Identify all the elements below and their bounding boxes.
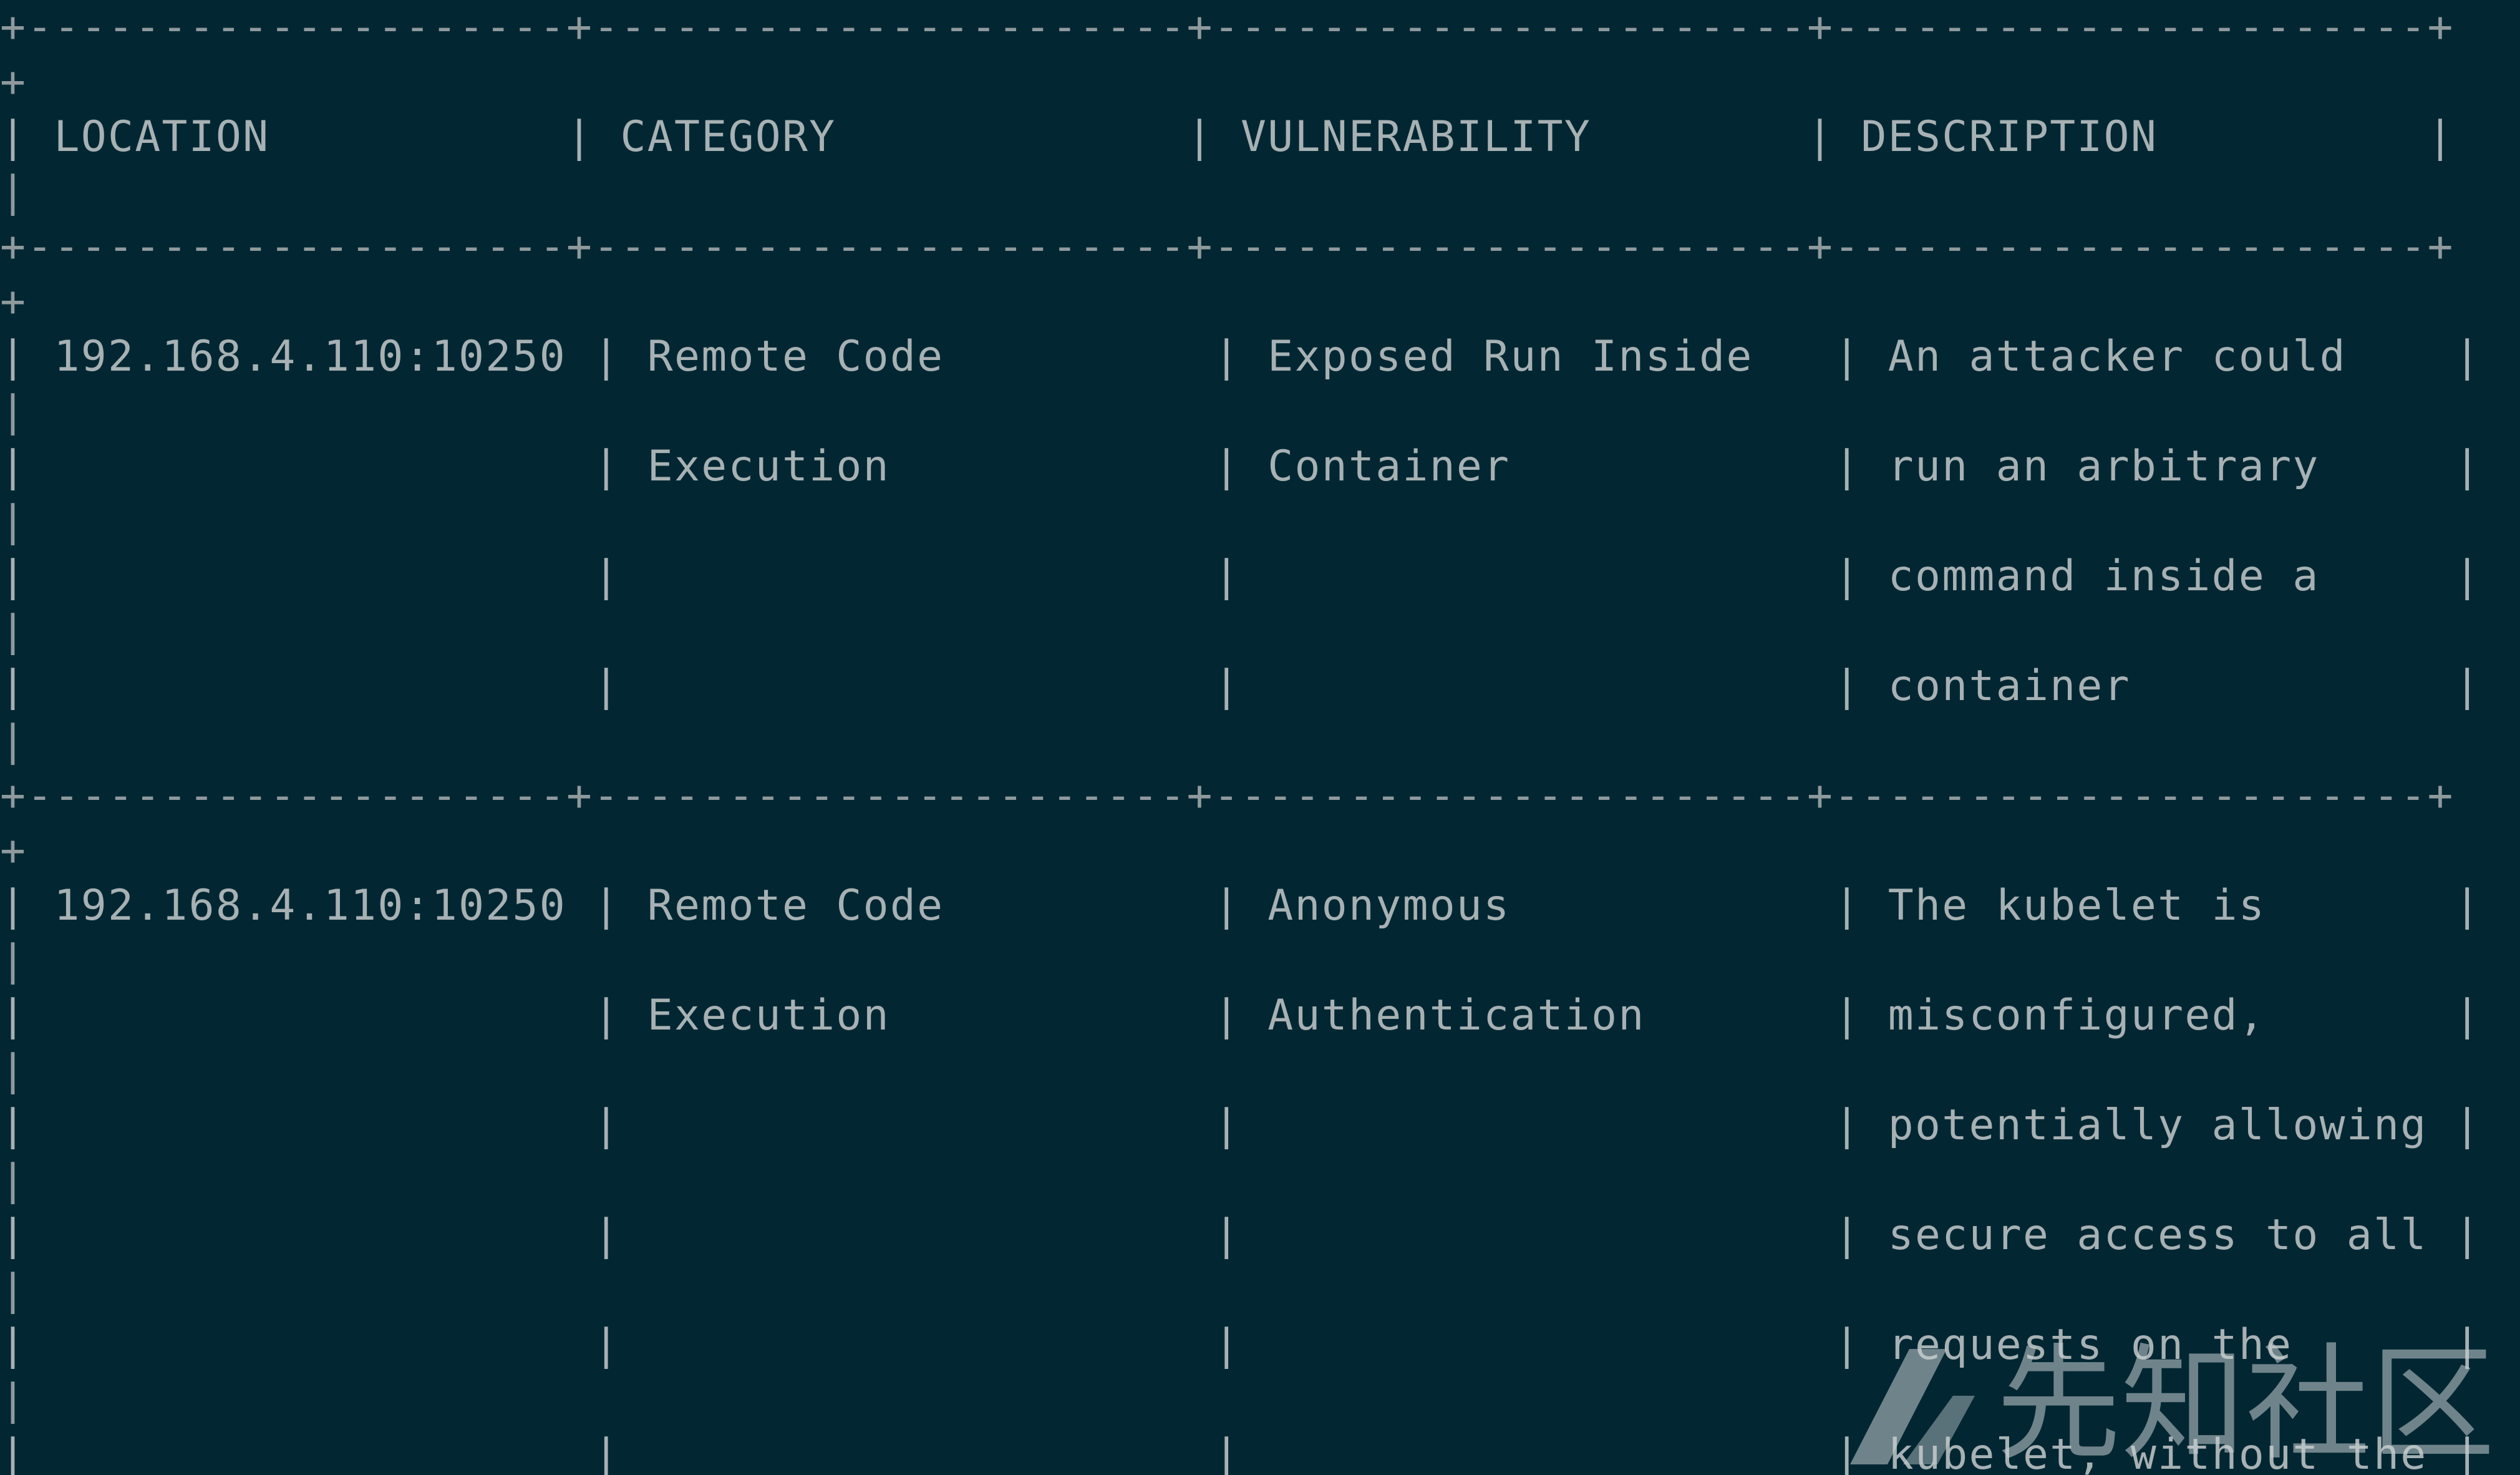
wrap-marker: |: [0, 387, 27, 436]
watermark-text: 先知社区: [1995, 1332, 2495, 1475]
table-row: | | | | command inside a |: [0, 552, 2482, 601]
wrap-marker: |: [0, 1375, 27, 1424]
table-border: +--------------------+------------------…: [0, 771, 2455, 820]
wrap-marker: |: [0, 606, 27, 656]
table-row: | | Execution | Authentication | misconf…: [0, 991, 2482, 1040]
wrap-marker: |: [0, 1265, 27, 1315]
table-row: | | | | container |: [0, 661, 2482, 711]
wrap-marker: |: [0, 936, 27, 985]
table-row: | | Execution | Container | run an arbit…: [0, 442, 2482, 491]
xianzhi-logo-icon: [1849, 1349, 1975, 1464]
table-row: | 192.168.4.110:10250 | Remote Code | Ex…: [0, 332, 2482, 381]
table-header-row: | LOCATION | CATEGORY | VULNERABILITY | …: [0, 112, 2455, 162]
wrap-marker: |: [0, 1156, 27, 1205]
table-row: | | | | potentially allowing |: [0, 1101, 2482, 1150]
table-row: | 192.168.4.110:10250 | Remote Code | An…: [0, 881, 2482, 930]
table-border: +--------------------+------------------…: [0, 222, 2455, 271]
terminal-window[interactable]: +--------------------+------------------…: [0, 0, 2520, 1475]
wrap-marker: |: [0, 716, 27, 766]
table-row: | | | | secure access to all |: [0, 1210, 2482, 1260]
wrap-marker: +: [0, 57, 27, 107]
wrap-marker: +: [0, 277, 27, 326]
table-border: +--------------------+------------------…: [0, 2, 2455, 52]
wrap-marker: |: [0, 167, 27, 217]
watermark: 先知社区: [1844, 1343, 2495, 1468]
wrap-marker: |: [0, 1046, 27, 1095]
wrap-marker: |: [0, 497, 27, 546]
wrap-marker: +: [0, 826, 27, 875]
